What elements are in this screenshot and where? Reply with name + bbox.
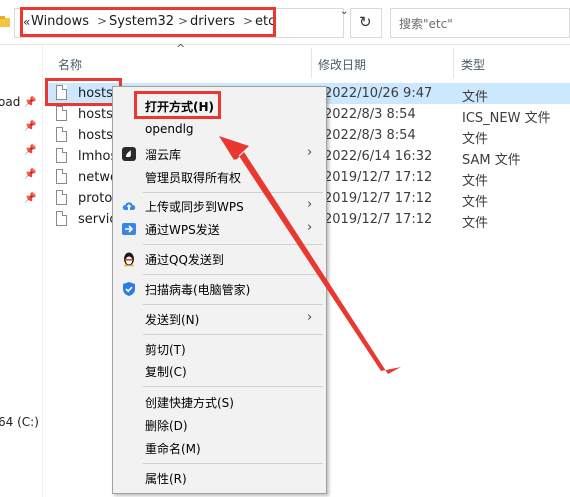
annotation-arrow-shape <box>222 140 401 374</box>
annotation-arrow <box>219 136 401 374</box>
